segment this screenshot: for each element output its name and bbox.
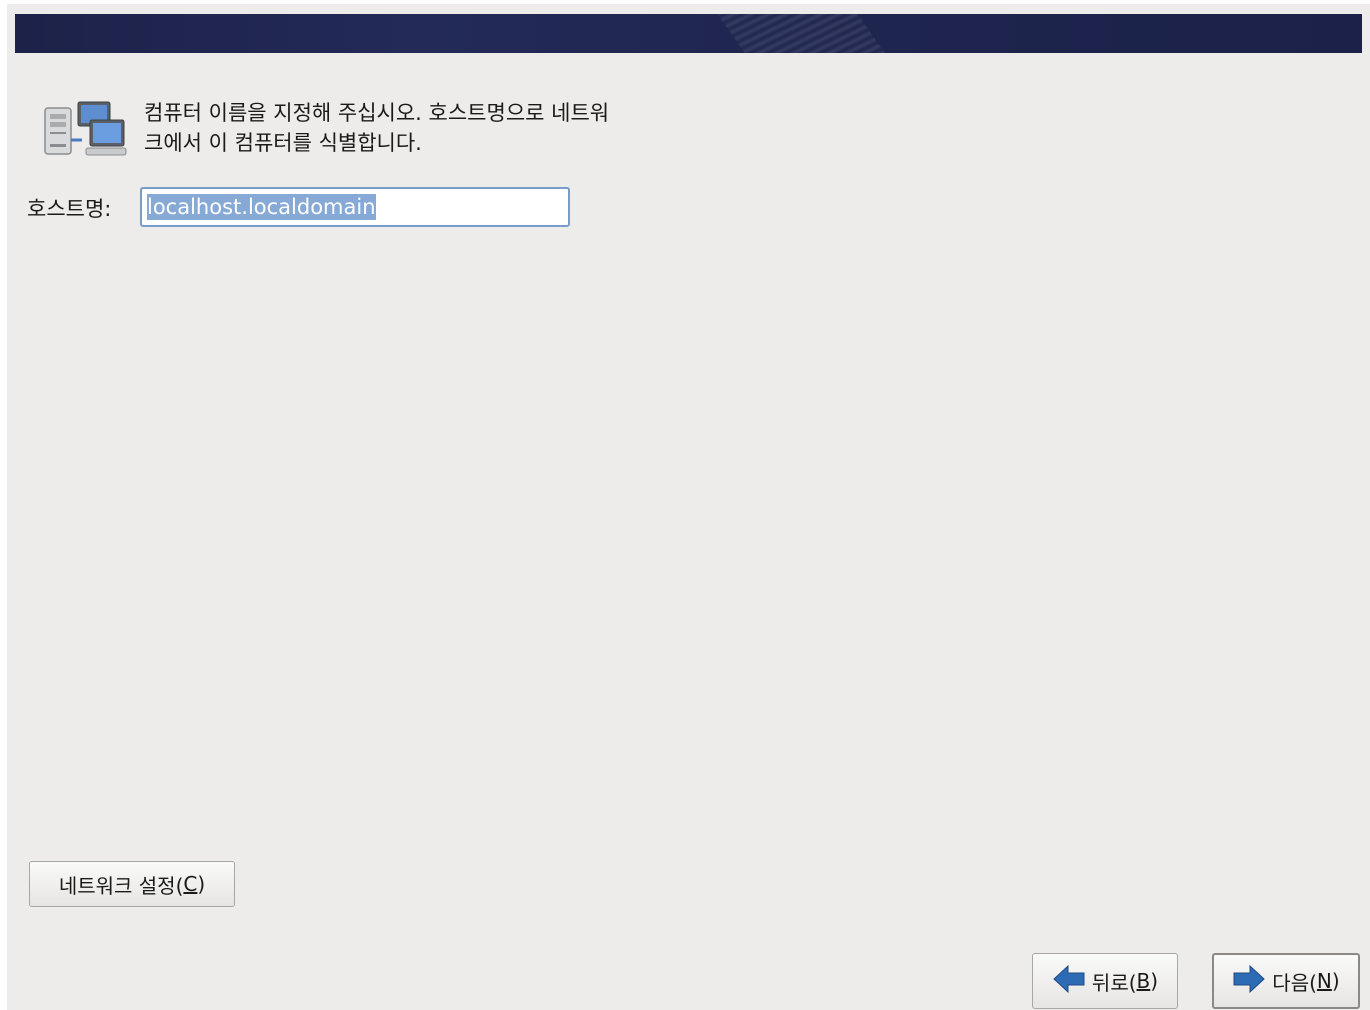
- intro-line-1: 컴퓨터 이름을 지정해 주십시오. 호스트명으로 네트워: [144, 101, 610, 125]
- next-label-end: ): [1331, 969, 1340, 993]
- intro-line-2: 크에서 이 컴퓨터를 식별합니다.: [144, 131, 422, 155]
- next-mnemonic: N: [1316, 969, 1332, 993]
- network-computers-icon: [42, 100, 128, 158]
- network-settings-mnemonic: C: [183, 872, 198, 896]
- back-label: 뒤로(: [1091, 970, 1137, 995]
- network-settings-label-end: ): [197, 872, 206, 896]
- back-mnemonic: B: [1136, 969, 1151, 993]
- banner-streak: [710, 14, 900, 53]
- back-button[interactable]: 뒤로(B): [1032, 953, 1178, 1009]
- intro-description: 컴퓨터 이름을 지정해 주십시오. 호스트명으로 네트워 크에서 이 컴퓨터를 …: [144, 98, 704, 158]
- hostname-label: 호스트명:: [27, 197, 112, 221]
- header-banner: [15, 14, 1362, 53]
- next-button[interactable]: 다음(N): [1212, 953, 1360, 1009]
- network-settings-label: 네트워크 설정(: [58, 873, 184, 898]
- hostname-input-value: localhost.localdomain: [147, 194, 376, 220]
- next-label: 다음(: [1272, 970, 1317, 995]
- hostname-input[interactable]: localhost.localdomain: [140, 187, 570, 227]
- arrow-left-icon: [1052, 964, 1086, 999]
- network-settings-button[interactable]: 네트워크 설정(C): [29, 861, 235, 907]
- back-label-end: ): [1150, 969, 1159, 993]
- arrow-right-icon: [1232, 964, 1266, 999]
